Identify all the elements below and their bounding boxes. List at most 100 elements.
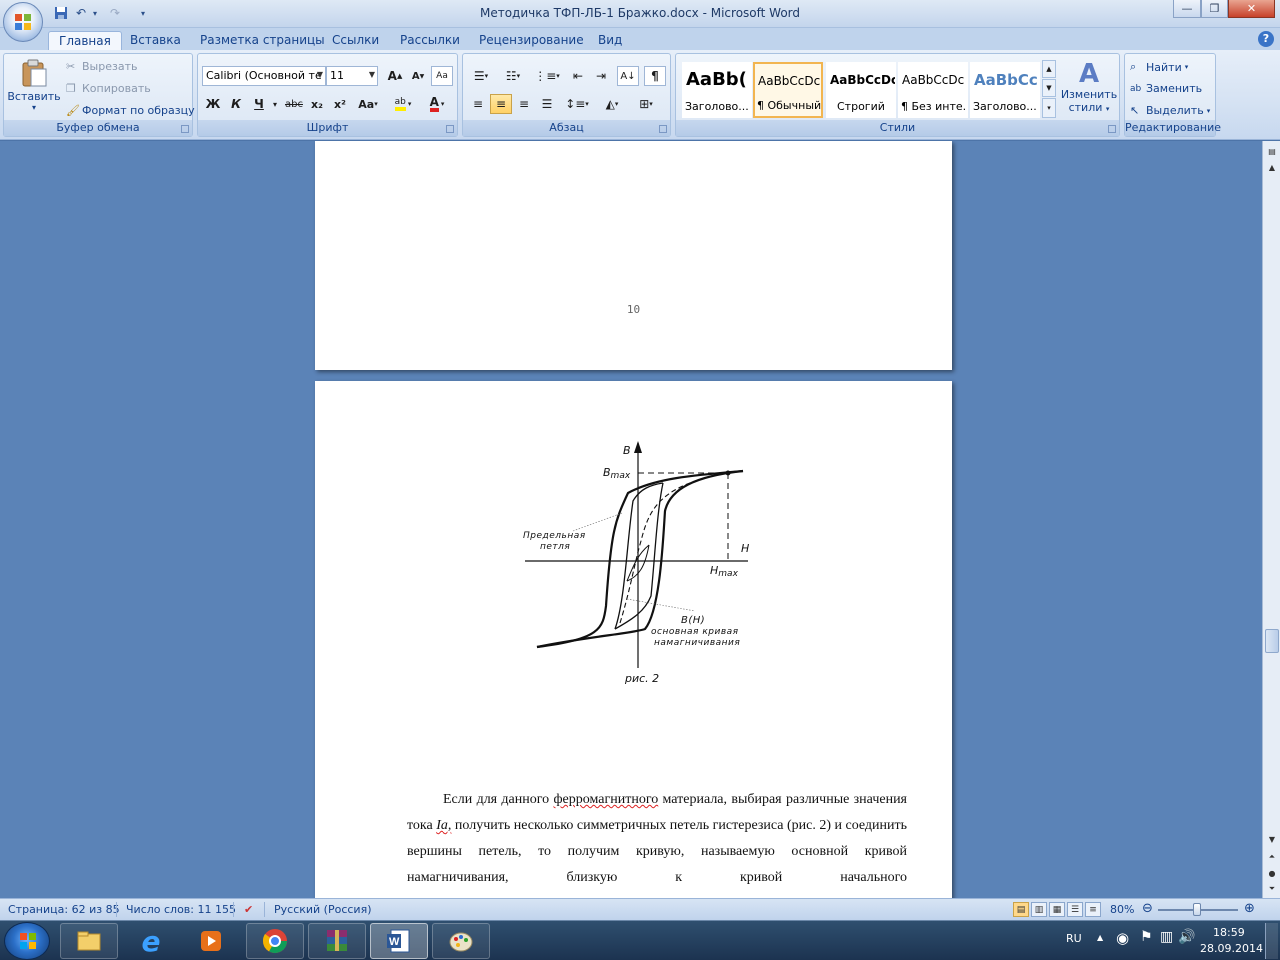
justify-button[interactable]: ☰	[536, 94, 558, 114]
scroll-up-icon[interactable]: ▲	[1264, 159, 1280, 175]
find-button[interactable]: ⌕ Найти ▾	[1130, 60, 1188, 74]
tab-insert[interactable]: Вставка	[120, 31, 191, 50]
align-left-button[interactable]: ≡	[467, 94, 489, 114]
italic-button[interactable]: К	[225, 94, 247, 114]
status-words[interactable]: Число слов: 11 155	[126, 903, 236, 916]
grow-font-button[interactable]: A ▲	[384, 66, 406, 86]
print-layout-view-icon[interactable]: ▤	[1013, 902, 1029, 917]
paragraph-launcher-icon[interactable]	[659, 125, 667, 133]
shading-button[interactable]: ◭ ▾	[597, 94, 627, 114]
bullets-button[interactable]: ☰ ▾	[467, 66, 495, 86]
taskbar-winrar[interactable]	[308, 923, 366, 959]
tray-expand-icon[interactable]: ▲	[1097, 933, 1103, 942]
sort-button[interactable]: A↓	[617, 66, 639, 86]
outline-view-icon[interactable]: ☰	[1067, 902, 1083, 917]
document-area[interactable]: 10 B Bmax H Hmax Предельная петля B(H) о…	[0, 141, 1262, 898]
taskbar-paint[interactable]	[432, 923, 490, 959]
tray-flag-icon[interactable]: ⚑	[1140, 929, 1153, 945]
draft-view-icon[interactable]: ≡	[1085, 902, 1101, 917]
tab-home[interactable]: Главная	[48, 31, 122, 50]
format-painter-button[interactable]: 🖌 Формат по образцу	[66, 104, 195, 117]
bold-button[interactable]: Ж	[202, 94, 224, 114]
zoom-slider-knob[interactable]	[1193, 903, 1201, 916]
tab-view[interactable]: Вид	[588, 31, 632, 50]
minimize-button[interactable]: —	[1173, 0, 1201, 18]
tray-date[interactable]: 28.09.2014	[1200, 942, 1263, 955]
next-page-icon[interactable]: ⏷	[1264, 881, 1280, 897]
show-desktop-button[interactable]	[1265, 923, 1278, 959]
page-previous[interactable]: 10	[315, 141, 952, 370]
zoom-out-icon[interactable]: ⊖	[1142, 901, 1153, 916]
font-launcher-icon[interactable]	[446, 125, 454, 133]
superscript-button[interactable]: x²	[329, 94, 351, 114]
tab-review[interactable]: Рецензирование	[469, 31, 594, 50]
zoom-level[interactable]: 80%	[1110, 903, 1134, 916]
styles-scroll-down-icon[interactable]: ▼	[1042, 79, 1056, 97]
help-icon[interactable]: ?	[1258, 31, 1274, 47]
align-right-button[interactable]: ≡	[513, 94, 535, 114]
cut-button[interactable]: ✂ Вырезать	[66, 60, 137, 73]
tray-sync-icon[interactable]: ◉	[1116, 929, 1129, 947]
strikethrough-button[interactable]: abc	[283, 94, 305, 114]
shrink-font-button[interactable]: A ▼	[407, 66, 429, 86]
previous-page-icon[interactable]: ⏶	[1264, 849, 1280, 865]
change-styles-button[interactable]: A Изменить стили ▾	[1060, 60, 1118, 114]
copy-button[interactable]: ❐ Копировать	[66, 82, 151, 95]
increase-indent-button[interactable]: ⇥	[590, 66, 612, 86]
status-language[interactable]: Русский (Россия)	[274, 903, 372, 916]
replace-button[interactable]: ab Заменить	[1130, 82, 1202, 95]
body-paragraph[interactable]: Если для данного ферромагнитного материа…	[407, 787, 907, 891]
tab-references[interactable]: Ссылки	[322, 31, 389, 50]
start-button[interactable]	[4, 922, 50, 960]
scroll-thumb[interactable]	[1265, 629, 1279, 653]
font-color-button[interactable]: A ▾	[422, 94, 452, 114]
numbering-button[interactable]: ☷ ▾	[499, 66, 527, 86]
font-name-combo[interactable]: Calibri (Основной те ▼	[202, 66, 326, 86]
office-button[interactable]	[3, 2, 43, 42]
taskbar-explorer[interactable]	[60, 923, 118, 959]
proofing-icon[interactable]: ✔	[244, 903, 253, 916]
clipboard-launcher-icon[interactable]	[181, 125, 189, 133]
select-button[interactable]: ↖ Выделить ▾	[1130, 104, 1210, 117]
taskbar-ie[interactable]: e	[122, 923, 180, 959]
full-screen-reading-icon[interactable]: ▥	[1031, 902, 1047, 917]
taskbar-chrome[interactable]	[246, 923, 304, 959]
underline-button[interactable]: Ч	[248, 94, 270, 114]
tray-language[interactable]: RU	[1066, 932, 1082, 945]
highlight-button[interactable]: ab ▾	[388, 94, 418, 114]
tray-volume-icon[interactable]: 🔊	[1178, 929, 1195, 945]
underline-dropdown-icon[interactable]: ▾	[269, 94, 281, 114]
line-spacing-button[interactable]: ↕≡ ▾	[563, 94, 591, 114]
multilevel-list-button[interactable]: ⋮≡ ▾	[533, 66, 561, 86]
borders-button[interactable]: ⊞ ▾	[631, 94, 661, 114]
tray-time[interactable]: 18:59	[1213, 926, 1245, 939]
align-center-button[interactable]: ≡	[490, 94, 512, 114]
maximize-button[interactable]: ❐	[1201, 0, 1228, 18]
style-heading-1[interactable]: AaBb( Заголово...	[682, 62, 752, 118]
vertical-scrollbar[interactable]: ▤ ▲ ▼ ⏶ ● ⏷	[1262, 141, 1280, 898]
close-button[interactable]: ✕	[1228, 0, 1275, 18]
decrease-indent-button[interactable]: ⇤	[567, 66, 589, 86]
ruler-toggle-icon[interactable]: ▤	[1264, 143, 1280, 159]
taskbar-word[interactable]: W	[370, 923, 428, 959]
subscript-button[interactable]: x₂	[306, 94, 328, 114]
tray-network-icon[interactable]: ▥	[1160, 929, 1173, 945]
styles-launcher-icon[interactable]	[1108, 125, 1116, 133]
status-page[interactable]: Страница: 62 из 85	[8, 903, 120, 916]
styles-scroll-up-icon[interactable]: ▲	[1042, 60, 1056, 78]
style-heading-2[interactable]: AaBbCc Заголово...	[970, 62, 1040, 118]
style-normal[interactable]: AaBbCcDc ¶ Обычный	[753, 62, 823, 118]
clear-formatting-button[interactable]: Aa	[431, 66, 453, 86]
style-strong[interactable]: AaBbCcDc Строгий	[826, 62, 896, 118]
change-case-button[interactable]: Aa ▾	[354, 94, 382, 114]
style-no-spacing[interactable]: AaBbCcDc ¶ Без инте...	[898, 62, 968, 118]
zoom-in-icon[interactable]: ⊕	[1244, 901, 1255, 916]
paste-button[interactable]: Вставить ▾	[7, 58, 61, 118]
taskbar-media-player[interactable]	[182, 923, 240, 959]
tab-mailings[interactable]: Рассылки	[390, 31, 470, 50]
web-layout-icon[interactable]: ▦	[1049, 902, 1065, 917]
show-marks-button[interactable]: ¶	[644, 66, 666, 86]
font-size-combo[interactable]: 11 ▼	[326, 66, 378, 86]
tab-page-layout[interactable]: Разметка страницы	[190, 31, 335, 50]
scroll-down-icon[interactable]: ▼	[1264, 831, 1280, 847]
